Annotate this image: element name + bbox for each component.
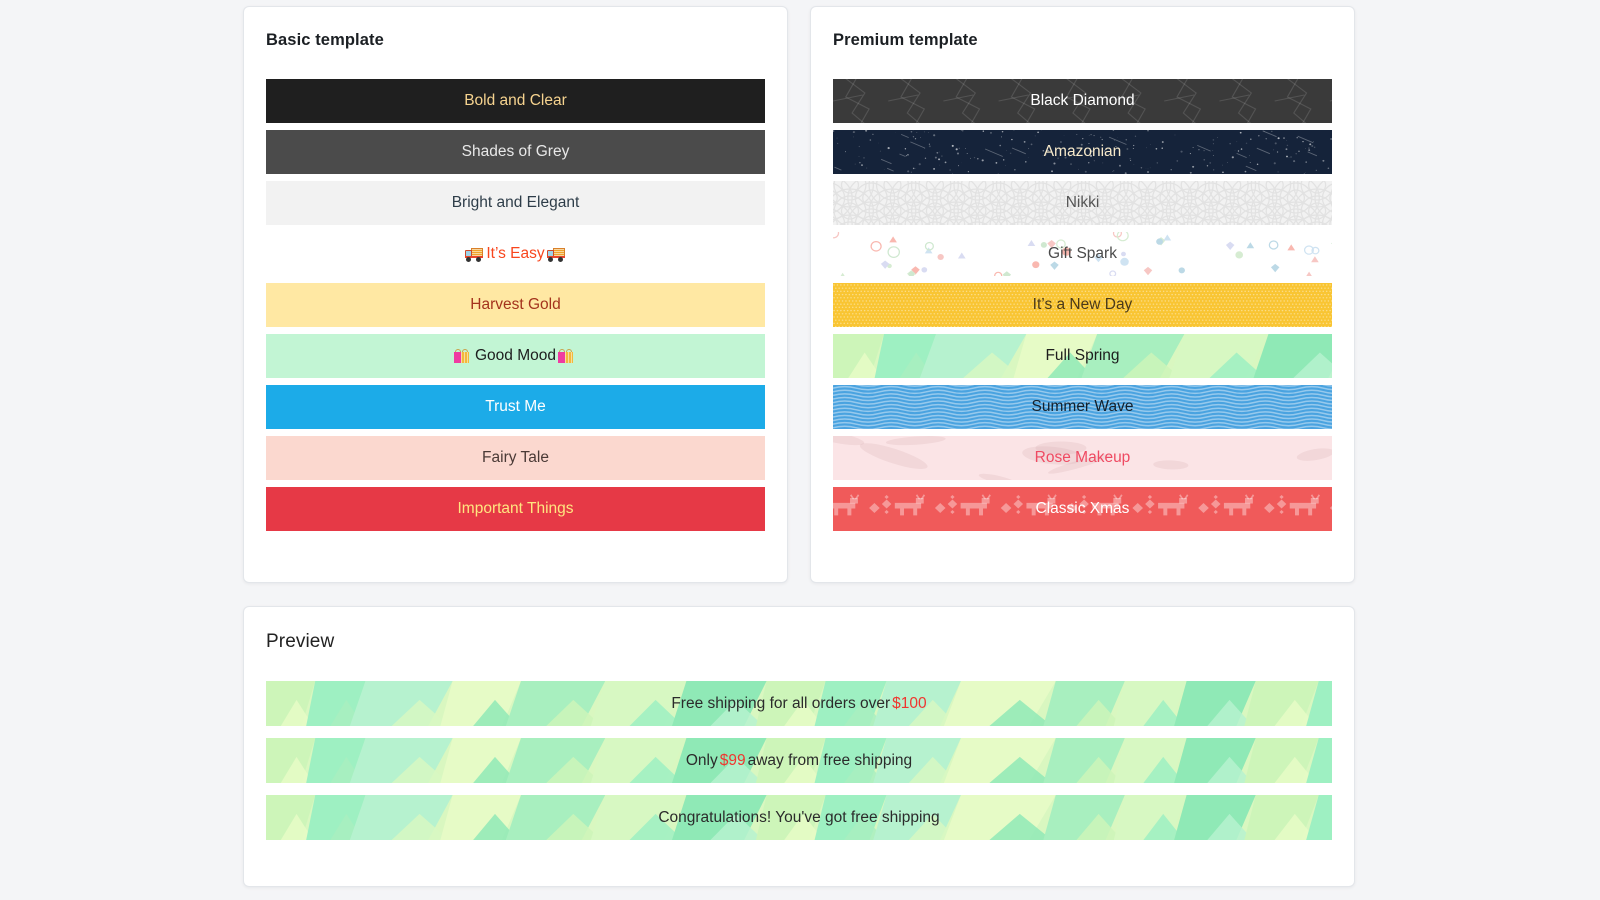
preview-message-text: Congratulations! You've got free shippin… [658, 809, 939, 827]
preview-message-amount: $99 [719, 751, 746, 769]
theme-bar-text: Rose Makeup [1034, 449, 1131, 466]
theme-bar-gift-spark[interactable]: Gift Spark [833, 232, 1332, 276]
theme-bar-good-mood[interactable]: Good Mood [266, 334, 765, 378]
preview-message-text: Only $99 away from free shipping [686, 752, 912, 770]
theme-bar-bold-and-clear[interactable]: Bold and Clear [266, 79, 765, 123]
theme-bar-text: Bold and Clear [464, 92, 567, 109]
theme-bar-text: Harvest Gold [470, 296, 561, 313]
preview-title: Preview [266, 631, 335, 652]
theme-bar-shades-of-grey[interactable]: Shades of Grey [266, 130, 765, 174]
delivery-truck-icon [546, 247, 566, 262]
theme-bar-label: Nikki [1066, 194, 1100, 212]
page-root: Basic template Bold and Clear Shades of G… [0, 0, 1600, 900]
delivery-truck-icon [465, 247, 484, 262]
theme-bar-nikki[interactable]: Nikki [833, 181, 1332, 225]
theme-bar-label: Trust Me [485, 398, 546, 416]
theme-bar-text: Good Mood [475, 347, 556, 364]
preview-message-prefix: Free shipping for all orders over [671, 694, 891, 712]
preview-message-prefix: Only [685, 751, 718, 769]
theme-bar-label: Important Things [457, 500, 573, 518]
theme-bar-important-things[interactable]: Important Things [266, 487, 765, 531]
theme-bar-label: Full Spring [1045, 347, 1119, 365]
premium-template-card: Premium template Black Diamond Amazonian N… [810, 6, 1355, 583]
preview-message-list: Free shipping for all orders over $100 On… [266, 681, 1332, 852]
theme-bar-label: It’s Easy [465, 245, 565, 263]
theme-bar-text: Trust Me [485, 398, 546, 415]
preview-message-bar: Congratulations! You've got free shippin… [266, 795, 1332, 840]
theme-bar-text: It’s a New Day [1032, 296, 1133, 313]
preview-message-text: Free shipping for all orders over $100 [671, 695, 926, 713]
theme-bar-text: Bright and Elegant [451, 194, 580, 211]
theme-bar-label: Bright and Elegant [452, 194, 580, 212]
shopping-bags-icon [558, 348, 577, 364]
premium-template-bar-list: Black Diamond Amazonian Nikki Gift Spark It’… [833, 79, 1332, 538]
basic-template-card: Basic template Bold and Clear Shades of G… [243, 6, 788, 583]
theme-bar-label: Bold and Clear [464, 92, 567, 110]
theme-bar-label: Amazonian [1044, 143, 1122, 161]
shopping-bags-icon [454, 348, 473, 364]
theme-bar-classic-xmas[interactable]: Classic Xmas [833, 487, 1332, 531]
theme-bar-text: Black Diamond [1030, 92, 1135, 109]
theme-bar-label: Good Mood [454, 347, 577, 365]
theme-bar-text: Classic Xmas [1035, 500, 1130, 517]
theme-bar-harvest-gold[interactable]: Harvest Gold [266, 283, 765, 327]
theme-bar-trust-me[interactable]: Trust Me [266, 385, 765, 429]
theme-bar-label: Summer Wave [1032, 398, 1134, 416]
theme-bar-label: Shades of Grey [462, 143, 570, 161]
theme-bar-text: Full Spring [1045, 347, 1120, 364]
theme-bar-label: It’s a New Day [1033, 296, 1133, 314]
theme-bar-fairy-tale[interactable]: Fairy Tale [266, 436, 765, 480]
preview-message-bar: Only $99 away from free shipping [266, 738, 1332, 783]
theme-bar-text: Fairy Tale [482, 449, 549, 466]
preview-message-suffix: away from free shipping [747, 751, 913, 769]
theme-bar-label: Fairy Tale [482, 449, 549, 467]
theme-bar-text: Amazonian [1043, 143, 1122, 160]
theme-bar-full-spring[interactable]: Full Spring [833, 334, 1332, 378]
theme-bar-it-s-easy[interactable]: It’s Easy [266, 232, 765, 276]
theme-bar-label: Harvest Gold [470, 296, 560, 314]
theme-bar-text: Shades of Grey [461, 143, 570, 160]
theme-bar-bright-and-elegant[interactable]: Bright and Elegant [266, 181, 765, 225]
theme-bar-rose-makeup[interactable]: Rose Makeup [833, 436, 1332, 480]
preview-card: Preview Free shipping for all orders ove… [243, 606, 1355, 887]
theme-bar-label: Rose Makeup [1035, 449, 1131, 467]
theme-bar-text: It’s Easy [486, 245, 545, 262]
preview-message-bar: Free shipping for all orders over $100 [266, 681, 1332, 726]
theme-bar-label: Classic Xmas [1036, 500, 1130, 518]
basic-template-bar-list: Bold and Clear Shades of Grey Bright and E… [266, 79, 765, 538]
theme-bar-text: Important Things [457, 500, 574, 517]
theme-bar-summer-wave[interactable]: Summer Wave [833, 385, 1332, 429]
theme-bar-label: Gift Spark [1048, 245, 1117, 263]
theme-bar-it-s-a-new-day[interactable]: It’s a New Day [833, 283, 1332, 327]
preview-message-amount: $100 [892, 694, 927, 712]
preview-message-prefix: Congratulations! You've got free shippin… [658, 808, 940, 826]
theme-bar-text: Gift Spark [1048, 245, 1117, 262]
theme-bar-label: Black Diamond [1030, 92, 1134, 110]
theme-bar-amazonian[interactable]: Amazonian [833, 130, 1332, 174]
basic-template-title: Basic template [266, 31, 384, 49]
theme-bar-black-diamond[interactable]: Black Diamond [833, 79, 1332, 123]
theme-bar-text: Summer Wave [1031, 398, 1134, 415]
premium-template-title: Premium template [833, 31, 978, 49]
theme-bar-text: Nikki [1065, 194, 1100, 211]
